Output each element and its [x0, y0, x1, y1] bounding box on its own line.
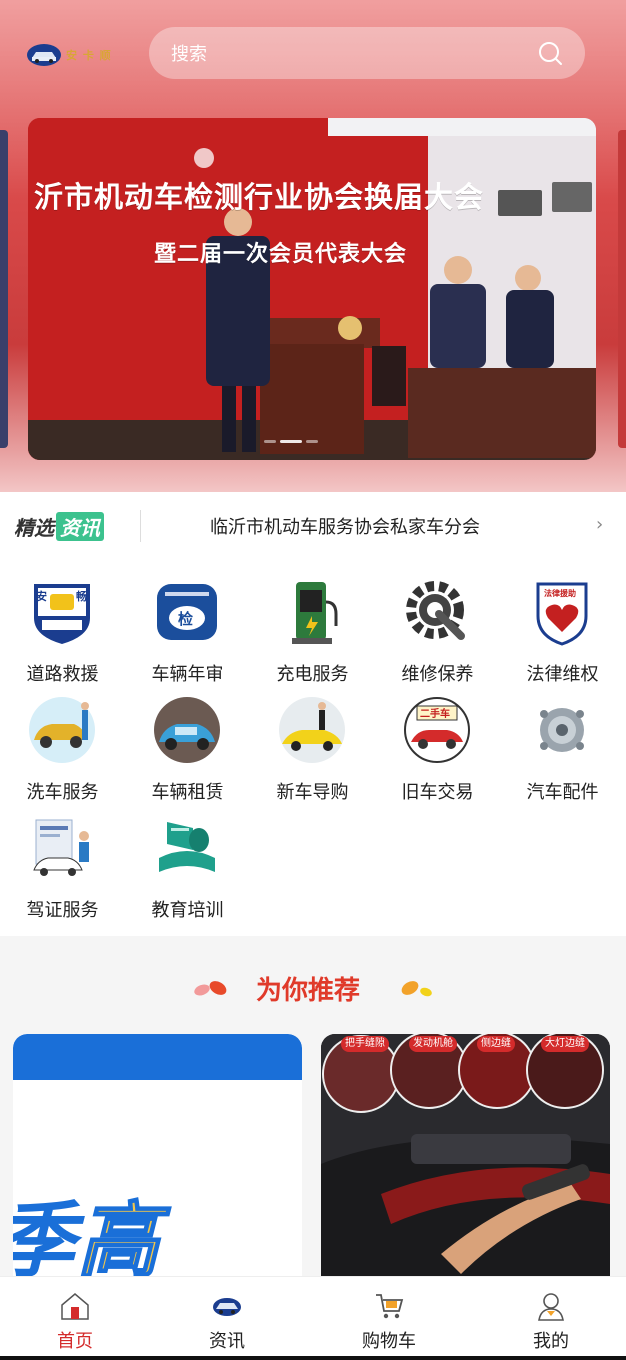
decorative-petals-icon: [194, 981, 227, 996]
carousel-dot-active[interactable]: [280, 440, 302, 443]
badge-text-featured: 精选: [14, 516, 54, 540]
news-car-icon: [213, 1298, 241, 1316]
news-headline[interactable]: 临沂市机动车服务协会私家车分会: [210, 513, 480, 539]
svg-text:安: 安: [36, 589, 47, 603]
banner-next-peek[interactable]: [618, 130, 626, 448]
chevron-right-icon[interactable]: ›: [596, 514, 603, 535]
logo-text: 安 卡 顺: [66, 49, 112, 62]
card-banner-strip: [13, 1034, 302, 1080]
card-promo-char: 季: [13, 1194, 77, 1282]
education-icon: [159, 822, 215, 872]
detail-tag: 大灯边缝: [541, 1036, 589, 1052]
tab-label: 我的: [533, 1331, 569, 1352]
charging-station-icon: [292, 582, 338, 644]
service-used-car[interactable]: 二手车 旧车交易: [375, 678, 500, 803]
featured-news-badge: 精选 资讯: [14, 512, 104, 541]
tab-label: 首页: [57, 1331, 93, 1352]
service-road-rescue[interactable]: 安 畅 道路救援: [0, 560, 125, 685]
svg-text:二手车: 二手车: [420, 707, 450, 720]
banner-headline-2: 暨二届一次会员代表大会: [154, 242, 408, 267]
annual-inspection-icon: 检: [157, 584, 217, 640]
divider: [140, 510, 141, 542]
app-logo[interactable]: 安 卡 顺: [26, 40, 116, 70]
banner-photo: [28, 118, 596, 460]
tab-news[interactable]: 资讯: [172, 1291, 282, 1353]
search-input[interactable]: 搜索: [171, 40, 537, 66]
service-label: 汽车配件: [526, 782, 599, 803]
hero-header: 安 卡 顺 搜索 沂市机动车检测行业协会换届大会 暨二届一次会员代表大会: [0, 0, 626, 492]
service-label: 旧车交易: [401, 782, 474, 803]
profile-icon: [538, 1293, 564, 1321]
recommend-title: 为你推荐: [256, 976, 361, 1006]
detail-tag: 发动机舱: [409, 1036, 457, 1052]
tab-home[interactable]: 首页: [20, 1291, 130, 1353]
svg-text:检: 检: [178, 610, 193, 628]
road-rescue-icon: 安 畅: [34, 584, 90, 644]
car-rental-icon: [154, 697, 220, 763]
recommend-card[interactable]: 季高: [13, 1034, 302, 1282]
bottom-tab-bar: 首页 资讯 购物车 我的: [0, 1276, 626, 1360]
service-charging[interactable]: 充电服务: [250, 560, 375, 685]
service-grid: 安 畅 道路救援 检 车辆年审 充电服务 维修保养 法律援助 法律维权 洗车服务…: [0, 560, 626, 936]
service-label: 驾证服务: [26, 900, 99, 921]
service-repair[interactable]: 维修保养: [375, 560, 500, 685]
search-bar[interactable]: 搜索: [149, 27, 585, 79]
service-annual-inspection[interactable]: 检 车辆年审: [125, 560, 250, 685]
service-new-car[interactable]: 新车导购: [250, 678, 375, 803]
service-driver-license[interactable]: 驾证服务: [0, 796, 125, 921]
recommend-card[interactable]: 把手缝隙 发动机舱 侧边缝 大灯边缝: [321, 1034, 610, 1282]
car-detailing-photo: [321, 1034, 610, 1282]
card-promo-text: 季高: [13, 1174, 161, 1282]
used-car-icon: 二手车: [404, 697, 470, 763]
status-bar: [0, 0, 626, 8]
service-car-parts[interactable]: 汽车配件: [500, 678, 625, 803]
cart-icon: [376, 1294, 404, 1319]
service-education[interactable]: 教育培训: [125, 796, 250, 921]
tab-profile[interactable]: 我的: [496, 1291, 606, 1353]
banner-prev-peek[interactable]: [0, 130, 8, 448]
tab-label: 资讯: [209, 1331, 245, 1352]
tab-cart[interactable]: 购物车: [334, 1291, 444, 1353]
badge-text-news: 资讯: [56, 512, 104, 541]
service-label: 教育培训: [151, 900, 224, 921]
search-icon[interactable]: [537, 40, 563, 66]
service-car-wash[interactable]: 洗车服务: [0, 678, 125, 803]
svg-text:法律援助: 法律援助: [544, 588, 576, 598]
card-promo-char: 高: [76, 1193, 161, 1282]
detail-tag: 侧边缝: [477, 1036, 515, 1052]
car-parts-icon: [540, 708, 584, 752]
logo-car-icon: [27, 44, 61, 66]
recommend-header: 为你推荐: [0, 958, 626, 1014]
service-legal[interactable]: 法律援助 法律维权: [500, 560, 625, 685]
carousel-dot[interactable]: [264, 440, 276, 443]
carousel-dot[interactable]: [306, 440, 318, 443]
legal-aid-icon: 法律援助: [536, 582, 588, 646]
news-ticker[interactable]: 精选 资讯 临沂市机动车服务协会私家车分会 ›: [0, 492, 626, 560]
repair-gear-icon: [406, 581, 465, 640]
service-car-rental[interactable]: 车辆租赁: [125, 678, 250, 803]
car-wash-icon: [29, 697, 95, 763]
decorative-petals-icon: [401, 981, 432, 997]
carousel-indicator: [264, 440, 318, 443]
banner-headline-1: 沂市机动车检测行业协会换届大会: [34, 180, 485, 214]
new-car-icon: [279, 697, 345, 763]
home-icon: [61, 1293, 89, 1320]
detail-tag: 把手缝隙: [341, 1036, 389, 1052]
service-label: 新车导购: [276, 782, 349, 803]
home-indicator: [0, 1356, 626, 1360]
banner-carousel[interactable]: 沂市机动车检测行业协会换届大会 暨二届一次会员代表大会: [28, 118, 596, 460]
svg-text:畅: 畅: [76, 589, 87, 603]
tab-label: 购物车: [362, 1331, 416, 1352]
driver-license-icon: [33, 819, 89, 876]
